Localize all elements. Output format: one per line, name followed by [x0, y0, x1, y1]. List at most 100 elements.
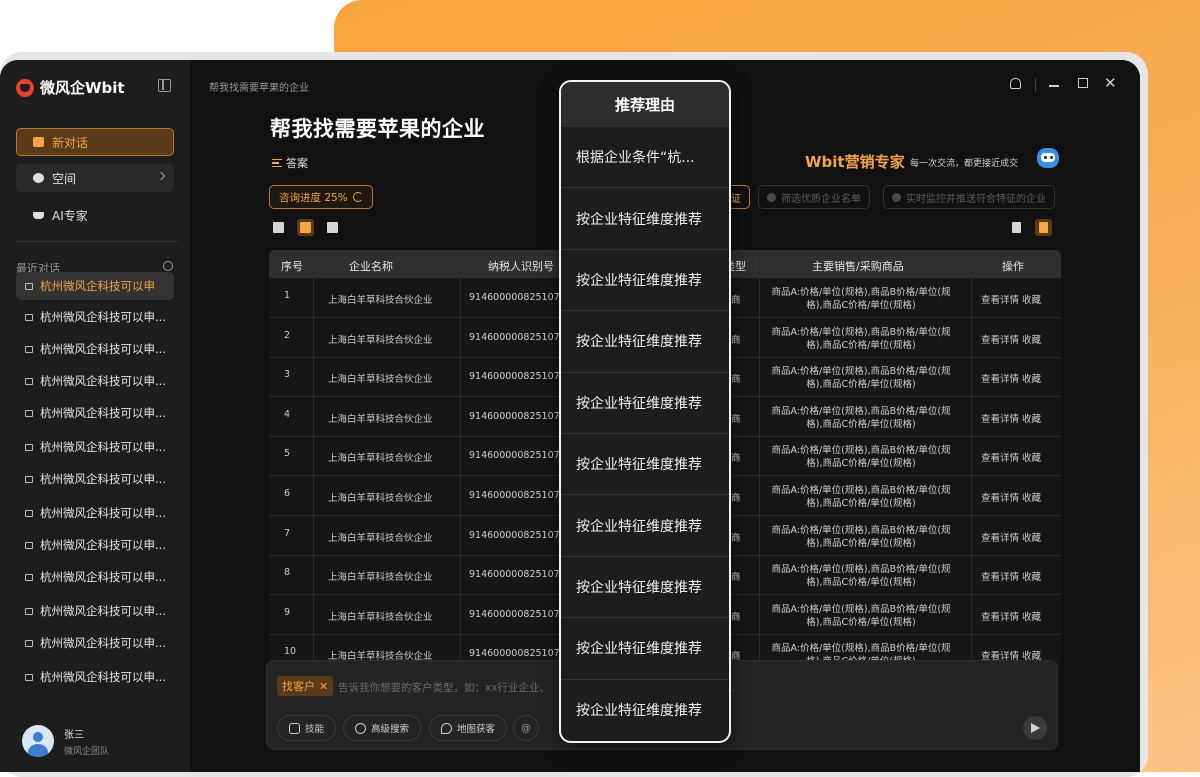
recent-chat-item[interactable]: 杭州微风企科技可以申...	[16, 629, 174, 657]
view-details-link[interactable]: 查看详情	[981, 411, 1019, 425]
goods-line-1: 商品A:价格/单位(规格),商品B价格/单位(规	[771, 445, 951, 457]
step-2[interactable]: 筛选优质企业名单	[758, 185, 870, 209]
recent-chat-item[interactable]: 杭州微风企科技可以申...	[16, 465, 174, 493]
reason-item[interactable]: 按企业特征维度推荐	[561, 680, 729, 741]
favorite-link[interactable]: 收藏	[1022, 292, 1041, 306]
goods-line-2: 格),商品C价格/单位(规格)	[806, 537, 916, 549]
recent-chat-item[interactable]: 杭州微风企科技可以申...	[16, 663, 174, 691]
user-profile[interactable]: 张三 微风企团队	[22, 725, 109, 757]
new-chat-label: 新对话	[52, 135, 89, 150]
recent-chat-item[interactable]: 杭州微风企科技可以申...	[16, 597, 174, 625]
reason-item[interactable]: 按企业特征维度推荐	[561, 495, 729, 557]
reason-item[interactable]: 按企业特征维度推荐	[561, 188, 729, 250]
favorite-link[interactable]: 收藏	[1022, 450, 1041, 464]
view-details-link[interactable]: 查看详情	[981, 332, 1019, 346]
recent-chat-label: 杭州微风企科技可以申...	[40, 374, 166, 388]
favorite-link[interactable]: 收藏	[1022, 609, 1041, 623]
page-title: 帮我找需要苹果的企业	[270, 117, 485, 141]
chat-bubble-icon	[25, 541, 33, 549]
tax-id: 9146000008251075	[469, 569, 566, 581]
export-icons	[1008, 219, 1052, 236]
map-view-icon[interactable]	[324, 219, 341, 236]
company-name: 上海白羊草科技合伙企业	[328, 334, 433, 346]
skill-button[interactable]: 技能	[277, 715, 337, 741]
recent-chat-item[interactable]: 杭州微风企科技可以申...	[16, 433, 174, 461]
find-customer-tag[interactable]: 找客户 ✕	[277, 676, 334, 696]
send-button[interactable]	[1023, 716, 1047, 740]
reason-item[interactable]: 按企业特征维度推荐	[561, 557, 729, 619]
chevron-right-icon	[156, 171, 166, 181]
bell-icon[interactable]	[1010, 78, 1021, 89]
company-name: 上海白羊草科技合伙企业	[328, 413, 433, 425]
new-chat-button[interactable]: 新对话	[16, 128, 174, 156]
table-view-icon[interactable]	[297, 219, 314, 236]
recent-chat-item[interactable]: 杭州微风企科技可以申...	[16, 563, 174, 591]
recent-chat-label: 杭州微风企科技可以申...	[40, 604, 166, 618]
tab-answer[interactable]: 答案	[272, 155, 308, 171]
tax-id: 9146000008251075	[469, 529, 566, 541]
expert-name: Wbit营销专家	[805, 153, 905, 171]
reason-item[interactable]: 按企业特征维度推荐	[561, 250, 729, 312]
sidebar-item-space[interactable]: 空间	[16, 164, 174, 192]
advanced-search-label: 高级搜索	[371, 724, 410, 735]
recent-chat-item[interactable]: 杭州微风企科技可以申	[16, 272, 174, 300]
favorite-link[interactable]: 收藏	[1022, 371, 1041, 385]
step-3[interactable]: 实时监控并推送符合特征的企业	[883, 185, 1055, 209]
app-logo: 微风企Wbit	[16, 77, 125, 98]
tab-answer-label: 答案	[286, 157, 308, 170]
column-header: 企业名称	[349, 260, 393, 273]
view-details-link[interactable]: 查看详情	[981, 490, 1019, 504]
close-icon[interactable]: ✕	[1104, 74, 1117, 92]
favorite-link[interactable]: 收藏	[1022, 411, 1041, 425]
advanced-search-button[interactable]: 高级搜索	[343, 715, 422, 741]
company-type: 商	[731, 493, 741, 504]
tax-id: 9146000008251075	[469, 450, 566, 462]
maximize-icon[interactable]	[1078, 78, 1088, 88]
recent-chat-label: 杭州微风企科技可以申...	[40, 440, 166, 454]
book-view-icon[interactable]	[270, 219, 287, 236]
recent-chat-item[interactable]: 杭州微风企科技可以申...	[16, 531, 174, 559]
company-type: 商	[731, 334, 741, 346]
recent-chat-item[interactable]: 杭州微风企科技可以申...	[16, 399, 174, 427]
minimize-icon[interactable]	[1049, 85, 1059, 87]
search-icon[interactable]	[163, 261, 173, 271]
goods-line-1: 商品A:价格/单位(规格),商品B价格/单位(规	[771, 287, 951, 298]
favorite-link[interactable]: 收藏	[1022, 490, 1041, 504]
view-details-link[interactable]: 查看详情	[981, 292, 1019, 306]
reason-item[interactable]: 按企业特征维度推荐	[561, 311, 729, 373]
recent-chat-item[interactable]: 杭州微风企科技可以申...	[16, 303, 174, 331]
expert-slogan: 每一次交流，都更接近成交	[910, 159, 1019, 169]
chat-bubble-icon	[25, 607, 33, 615]
goods-line-2: 格),商品C价格/单位(规格)	[806, 339, 916, 351]
reason-item[interactable]: 根据企业条件“杭...	[561, 127, 729, 189]
chat-bubble-icon	[25, 673, 33, 681]
company-name: 上海白羊草科技合伙企业	[328, 374, 433, 386]
recent-chat-item[interactable]: 杭州微风企科技可以申...	[16, 499, 174, 527]
sidebar-item-ai-expert[interactable]: AI专家	[16, 201, 174, 229]
view-details-link[interactable]: 查看详情	[981, 450, 1019, 464]
document-icon[interactable]	[1008, 219, 1025, 236]
progress-label: 咨询进度 25%	[279, 191, 348, 204]
view-details-link[interactable]: 查看详情	[981, 371, 1019, 385]
mention-button[interactable]: @	[513, 715, 539, 741]
view-details-link[interactable]: 查看详情	[981, 569, 1019, 583]
reason-item[interactable]: 按企业特征维度推荐	[561, 434, 729, 496]
recent-chat-label: 杭州微风企科技可以申...	[40, 538, 166, 552]
tax-id: 9146000008251075	[469, 292, 566, 303]
favorite-link[interactable]: 收藏	[1022, 569, 1041, 583]
favorite-link[interactable]: 收藏	[1022, 332, 1041, 346]
sidebar-item-label: AI专家	[52, 208, 88, 223]
row-number: 3	[284, 369, 291, 381]
reason-item[interactable]: 按企业特征维度推荐	[561, 373, 729, 434]
close-icon[interactable]: ✕	[319, 680, 328, 693]
view-details-link[interactable]: 查看详情	[981, 530, 1019, 544]
recent-chat-item[interactable]: 杭州微风企科技可以申...	[16, 335, 174, 363]
view-details-link[interactable]: 查看详情	[981, 609, 1019, 623]
collapse-sidebar-icon[interactable]	[158, 79, 171, 92]
favorite-link[interactable]: 收藏	[1022, 530, 1041, 544]
reason-item[interactable]: 按企业特征维度推荐	[561, 618, 729, 680]
map-acquire-button[interactable]: 地图获客	[429, 715, 508, 741]
chat-bubble-icon	[25, 313, 33, 321]
recent-chat-item[interactable]: 杭州微风企科技可以申...	[16, 367, 174, 395]
export-document-icon[interactable]	[1035, 219, 1052, 236]
